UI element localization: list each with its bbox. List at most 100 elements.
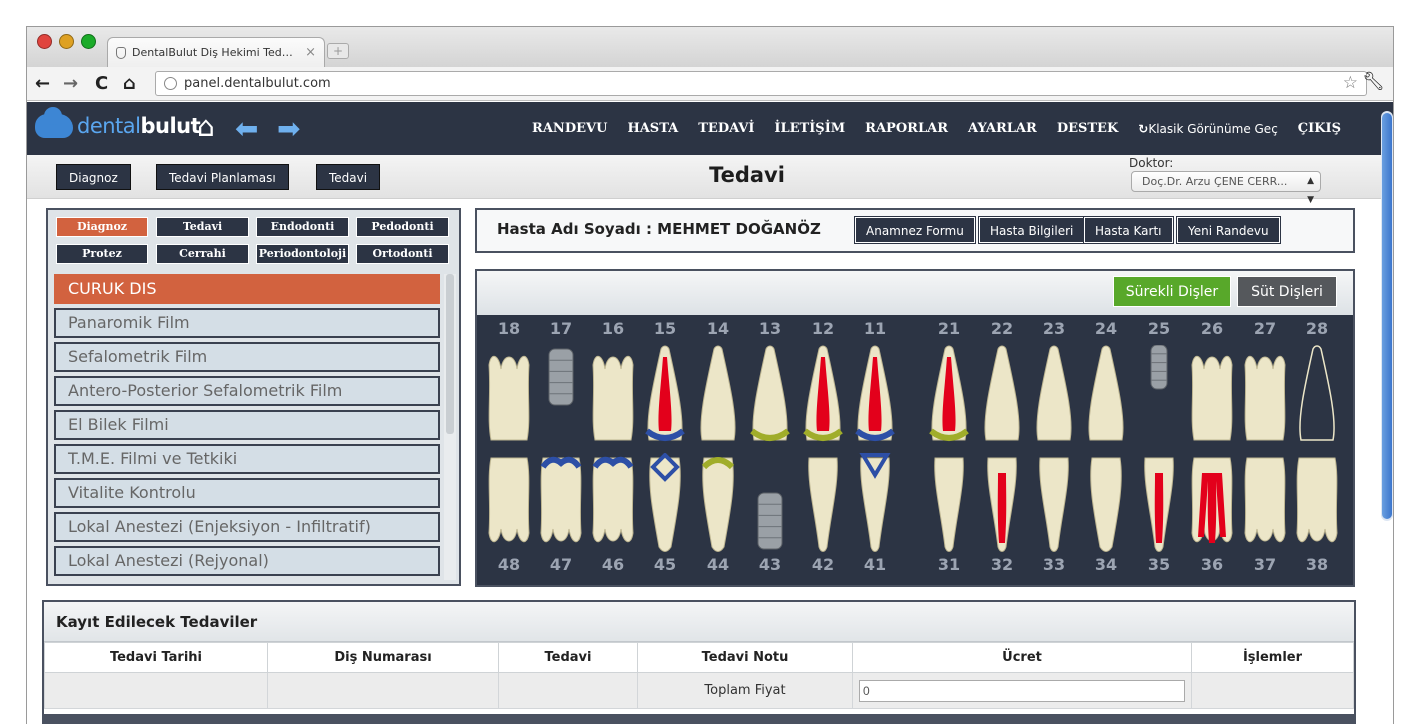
procedure-item[interactable]: Lokal Anestezi (Rejyonal) xyxy=(54,546,440,576)
tooth-24[interactable] xyxy=(1082,345,1130,449)
tooth-18[interactable] xyxy=(485,345,533,449)
wrench-icon[interactable]: 🔧︎ xyxy=(1362,71,1385,92)
tooth-31[interactable] xyxy=(925,453,973,557)
category-cerrahi[interactable]: Cerrahi xyxy=(156,244,249,264)
home-icon[interactable]: ⌂ xyxy=(123,72,136,96)
procedure-item[interactable]: Vitalite Kontrolu xyxy=(54,478,440,508)
back-arrow-icon[interactable]: ⬅ xyxy=(235,115,258,143)
procedure-item[interactable]: Panaromik Film xyxy=(54,308,440,338)
tooth-number: 34 xyxy=(1094,555,1118,574)
permanent-teeth-button[interactable]: Sürekli Dişler xyxy=(1113,276,1231,307)
tooth-28[interactable] xyxy=(1293,345,1341,449)
procedure-item[interactable]: CURUK DIS xyxy=(54,274,440,304)
bookmark-star-icon[interactable]: ☆ xyxy=(1343,72,1358,95)
tooth-36[interactable] xyxy=(1188,453,1236,557)
tooth-34[interactable] xyxy=(1082,453,1130,557)
close-window-button[interactable] xyxy=(37,34,52,49)
tooth-15[interactable] xyxy=(641,345,689,449)
procedure-item[interactable]: El Bilek Filmi xyxy=(54,410,440,440)
patient-card-button[interactable]: Hasta Kartı xyxy=(1083,216,1174,244)
tooth-number: 24 xyxy=(1094,319,1118,338)
total-price-input[interactable] xyxy=(859,679,1185,702)
tooth-16[interactable] xyxy=(589,345,637,449)
procedure-item[interactable]: Sefalometrik Film xyxy=(54,342,440,372)
tooth-32[interactable] xyxy=(978,453,1026,557)
tooth-48[interactable] xyxy=(485,453,533,557)
tooth-22[interactable] xyxy=(978,345,1026,449)
tooth-35[interactable] xyxy=(1135,453,1183,557)
forward-arrow-icon[interactable]: ➡ xyxy=(277,115,300,143)
patient-info-button[interactable]: Hasta Bilgileri xyxy=(977,216,1086,244)
tooth-25[interactable] xyxy=(1135,344,1183,449)
tooth-37[interactable] xyxy=(1241,453,1289,557)
menu-iletisim[interactable]: İLETİŞİM xyxy=(774,121,845,136)
tooth-23[interactable] xyxy=(1030,345,1078,449)
tooth-44[interactable] xyxy=(694,453,742,557)
tooth-number: 13 xyxy=(758,319,782,338)
col-treatment-date: Tedavi Tarihi xyxy=(44,642,268,673)
procedure-item[interactable]: Lokal Anestezi (Enjeksiyon - Infiltratif… xyxy=(54,512,440,542)
tooth-33[interactable] xyxy=(1030,453,1078,557)
procedure-scrollbar[interactable] xyxy=(444,274,456,580)
menu-hasta[interactable]: HASTA xyxy=(627,121,678,136)
col-actions: İşlemler xyxy=(1191,642,1354,673)
tooth-42[interactable] xyxy=(799,453,847,557)
tooth-number: 12 xyxy=(811,319,835,338)
category-tedavi[interactable]: Tedavi xyxy=(156,217,249,237)
category-ortodonti[interactable]: Ortodonti xyxy=(356,244,449,264)
maximize-window-button[interactable] xyxy=(81,34,96,49)
dentalbulut-logo[interactable]: dental bulut xyxy=(35,107,201,138)
anamnesis-form-button[interactable]: Anamnez Formu xyxy=(854,216,976,244)
minimize-window-button[interactable] xyxy=(59,34,74,49)
menu-tedavi[interactable]: TEDAVİ xyxy=(698,121,754,136)
category-endodonti[interactable]: Endodonti xyxy=(256,217,349,237)
category-periodontoloji[interactable]: Periodontoloji xyxy=(256,244,349,264)
tooth-14[interactable] xyxy=(694,345,742,449)
address-bar[interactable]: panel.dentalbulut.com ☆ xyxy=(155,71,1367,96)
new-appointment-button[interactable]: Yeni Randevu xyxy=(1176,216,1281,244)
diagnoz-button[interactable]: Diagnoz xyxy=(56,164,131,190)
browser-tab[interactable]: DentalBulut Diş Hekimi Tedavi O × xyxy=(107,37,325,67)
category-protez[interactable]: Protez xyxy=(56,244,148,264)
classic-view-link[interactable]: ↻Klasik Görünüme Geç xyxy=(1138,122,1278,136)
category-diagnoz[interactable]: Diagnoz xyxy=(56,217,148,237)
page-scrollbar-thumb[interactable] xyxy=(1382,113,1392,519)
tooth-46[interactable] xyxy=(589,453,637,557)
menu-ayarlar[interactable]: AYARLAR xyxy=(968,121,1037,136)
doctor-label: Doktor: xyxy=(1129,156,1174,170)
treatment-button[interactable]: Tedavi xyxy=(316,164,381,190)
back-icon[interactable]: ← xyxy=(35,72,50,96)
doctor-select[interactable]: Doç.Dr. Arzu ÇENE CERR... ▲ ▼ xyxy=(1131,171,1321,205)
menu-randevu[interactable]: RANDEVU xyxy=(532,121,607,136)
tooth-17[interactable] xyxy=(537,345,585,449)
tab-close-icon[interactable]: × xyxy=(305,45,316,60)
menu-exit[interactable]: ÇIKIŞ xyxy=(1298,121,1341,136)
menu-destek[interactable]: DESTEK xyxy=(1057,121,1118,136)
treatment-plan-button[interactable]: Tedavi Planlaması xyxy=(156,164,289,190)
category-pedodonti[interactable]: Pedodonti xyxy=(356,217,449,237)
tooth-27[interactable] xyxy=(1241,345,1289,449)
tooth-43[interactable] xyxy=(746,453,794,557)
tooth-11[interactable] xyxy=(851,345,899,449)
tooth-38[interactable] xyxy=(1293,453,1341,557)
menu-raporlar[interactable]: RAPORLAR xyxy=(865,121,948,136)
tab-title: DentalBulut Diş Hekimi Tedavi O xyxy=(132,46,300,59)
procedure-item[interactable]: Antero-Posterior Sefalometrik Film xyxy=(54,376,440,406)
tooth-number: 46 xyxy=(601,555,625,574)
new-tab-button[interactable]: + xyxy=(327,43,349,59)
procedure-item[interactable]: T.M.E. Filmi ve Tetkiki xyxy=(54,444,440,474)
page-scrollbar[interactable] xyxy=(1381,111,1393,521)
tooth-45[interactable] xyxy=(641,452,689,557)
forward-icon[interactable]: → xyxy=(63,72,78,96)
milk-teeth-button[interactable]: Süt Dişleri xyxy=(1237,276,1337,307)
reload-icon[interactable]: C xyxy=(95,72,108,96)
tooth-41[interactable] xyxy=(851,453,899,557)
tooth-number: 23 xyxy=(1042,319,1066,338)
tooth-12[interactable] xyxy=(799,345,847,449)
tooth-21[interactable] xyxy=(925,345,973,449)
home-icon[interactable]: ⌂ xyxy=(197,112,215,142)
scrollbar-thumb[interactable] xyxy=(446,274,454,434)
tooth-26[interactable] xyxy=(1188,345,1236,449)
tooth-13[interactable] xyxy=(746,345,794,449)
tooth-47[interactable] xyxy=(537,453,585,557)
